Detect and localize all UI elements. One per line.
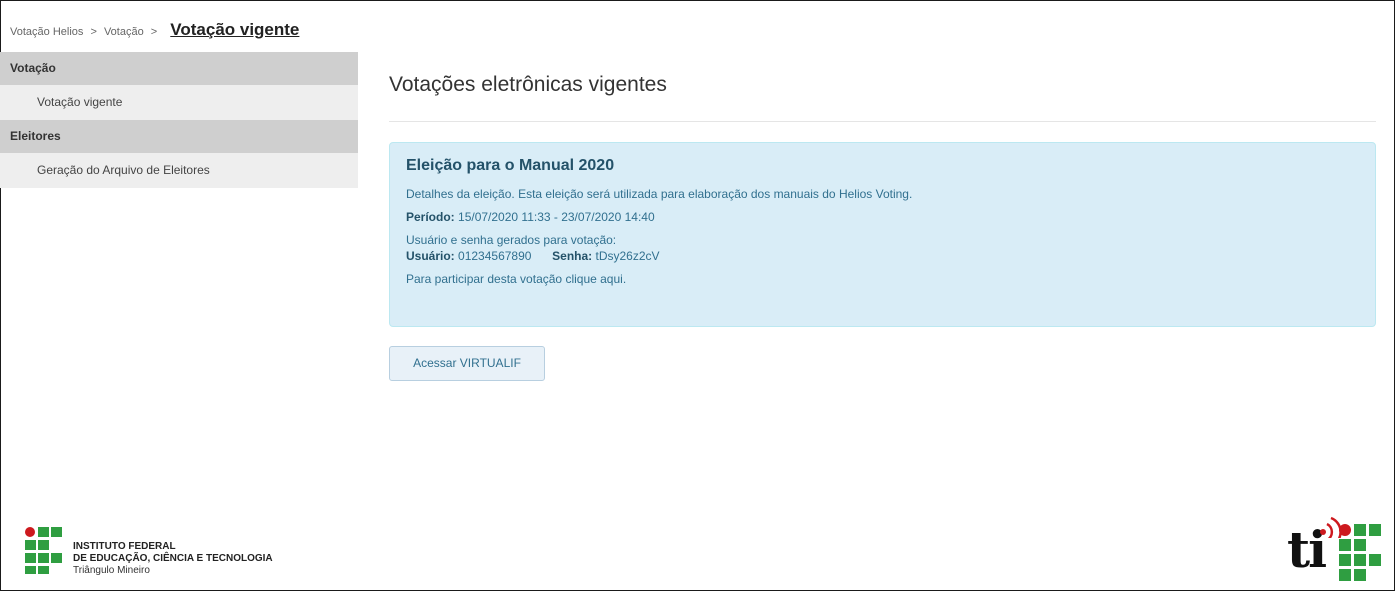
election-description: Detalhes da eleição. Esta eleição será u…: [406, 187, 913, 201]
sidebar-item-votacao-vigente[interactable]: Votação vigente: [0, 85, 358, 120]
participate-link[interactable]: clique aqui.: [565, 272, 626, 286]
breadcrumb-separator: >: [150, 26, 158, 38]
election-card: Eleição para o Manual 2020 Detalhes da e…: [389, 142, 1376, 327]
institute-line2: DE EDUCAÇÃO, CIÊNCIA E TECNOLOGIA: [73, 553, 273, 564]
participate-line: Para participar desta votação clique aqu…: [406, 272, 1365, 286]
acessar-virtualif-button[interactable]: Acessar VIRTUALIF: [389, 346, 545, 381]
breadcrumb-separator: >: [90, 26, 97, 38]
credentials: Usuário: 01234567890 Senha: tDsy26z2cV: [406, 249, 1365, 263]
election-title: Eleição para o Manual 2020: [406, 157, 615, 174]
breadcrumb-current: Votação vigente: [170, 20, 300, 39]
sidebar: Votação Votação vigente Eleitores Geraçã…: [0, 52, 358, 188]
password-label: Senha:: [552, 249, 593, 263]
institute-line3: Triângulo Mineiro: [73, 565, 150, 576]
participate-text: Para participar desta votação: [406, 272, 563, 286]
period-value: 15/07/2020 11:33 - 23/07/2020 14:40: [458, 210, 655, 224]
breadcrumb: Votação Helios > Votação > Votação vigen…: [10, 20, 299, 40]
sidebar-header-votacao: Votação: [0, 52, 358, 85]
user-label: Usuário:: [406, 249, 455, 263]
period-label: Período:: [406, 210, 455, 224]
wifi-signal-icon: [1320, 516, 1342, 538]
page-title: Votações eletrônicas vigentes: [389, 73, 667, 96]
credentials-intro: Usuário e senha gerados para votação:: [406, 233, 617, 247]
election-period: Período: 15/07/2020 11:33 - 23/07/2020 1…: [406, 210, 1365, 224]
breadcrumb-item-helios[interactable]: Votação Helios: [10, 26, 83, 38]
title-divider: [389, 121, 1376, 122]
breadcrumb-item-votacao[interactable]: Votação: [104, 26, 144, 38]
password-value: tDsy26z2cV: [595, 249, 660, 263]
institute-line1: INSTITUTO FEDERAL: [73, 541, 176, 552]
instituto-federal-text: INSTITUTO FEDERAL DE EDUCAÇÃO, CIÊNCIA E…: [73, 541, 273, 577]
sidebar-header-eleitores: Eleitores: [0, 120, 358, 153]
user-value: 01234567890: [458, 249, 532, 263]
sidebar-item-geracao-arquivo[interactable]: Geração do Arquivo de Eleitores: [0, 153, 358, 188]
ti-logo: ti: [1287, 508, 1392, 588]
